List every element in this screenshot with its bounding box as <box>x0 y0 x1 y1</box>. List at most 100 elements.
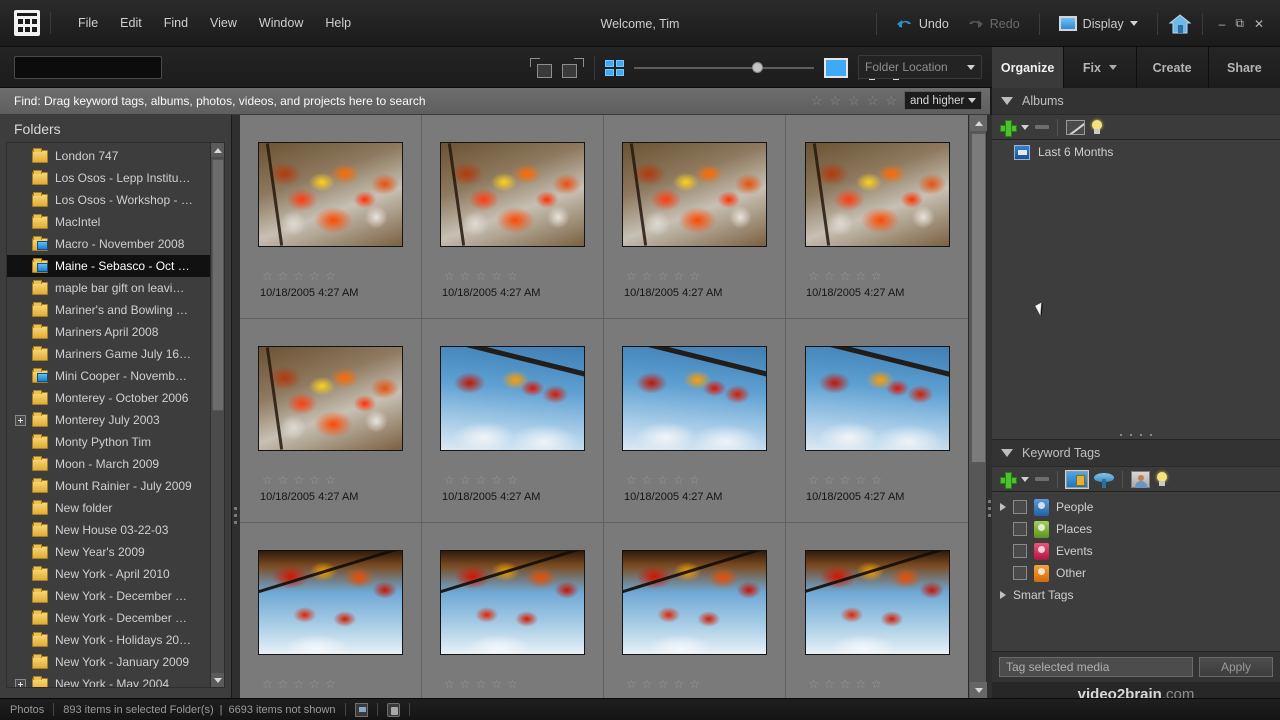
photo-cell[interactable]: ☆☆☆☆☆10/18/2005 4:27 AM <box>240 115 422 319</box>
chevron-down-icon[interactable] <box>1109 65 1117 70</box>
folder-tree-item[interactable]: Monty Python Tim <box>7 431 210 453</box>
rating-star[interactable]: ☆ <box>278 678 289 690</box>
folder-tree-item[interactable]: New York - Holidays 20… <box>7 629 210 651</box>
tab-share[interactable]: Share <box>1209 47 1280 88</box>
people-view-icon[interactable] <box>1131 471 1150 488</box>
menu-item-view[interactable]: View <box>199 12 248 34</box>
photo-thumbnail[interactable] <box>805 346 950 451</box>
tag-checkbox[interactable] <box>1013 544 1027 558</box>
folder-tree-item[interactable]: New York - December … <box>7 585 210 607</box>
photo-thumbnail[interactable] <box>258 346 403 451</box>
menu-item-window[interactable]: Window <box>248 12 314 34</box>
rating-star[interactable]: ☆ <box>689 270 700 282</box>
scroll-down-icon[interactable] <box>211 673 225 687</box>
large-thumbnail-icon[interactable] <box>824 58 848 78</box>
rating-star[interactable]: ☆ <box>808 474 819 486</box>
photo-thumbnail[interactable] <box>622 142 767 247</box>
rating-star[interactable]: ☆ <box>658 474 669 486</box>
redo-button[interactable]: Redo <box>958 12 1029 35</box>
minimize-button[interactable]: – <box>1219 17 1226 31</box>
display-options-icon[interactable] <box>355 703 368 717</box>
rotate-right-icon[interactable] <box>562 58 584 78</box>
scrollbar-thumb[interactable] <box>212 159 224 411</box>
folder-tree-item[interactable]: Mariners April 2008 <box>7 321 210 343</box>
slider-knob[interactable] <box>752 62 763 73</box>
rating-star[interactable]: ☆ <box>642 474 653 486</box>
folder-tree-item[interactable]: maple bar gift on leavi… <box>7 277 210 299</box>
rating-star[interactable]: ☆ <box>855 474 866 486</box>
menu-item-file[interactable]: File <box>67 12 109 34</box>
collapse-triangle-icon[interactable] <box>1001 449 1013 457</box>
rating-star[interactable]: ☆ <box>871 474 882 486</box>
photo-rating-stars[interactable]: ☆☆☆☆☆ <box>262 678 336 690</box>
tag-checkbox[interactable] <box>1013 500 1027 514</box>
photo-rating-stars[interactable]: ☆☆☆☆☆ <box>262 270 336 282</box>
photo-grid-scrollbar[interactable] <box>968 115 987 698</box>
keyword-tags-section-header[interactable]: Keyword Tags <box>992 440 1280 466</box>
rating-star[interactable]: ☆ <box>491 270 502 282</box>
tag-checkbox[interactable] <box>1013 566 1027 580</box>
photo-cell[interactable]: ☆☆☆☆☆10/18/2005 4:27 AM <box>786 319 968 523</box>
keyword-tag-people[interactable]: People <box>992 496 1280 518</box>
folder-tree-item[interactable]: New Year's 2009 <box>7 541 210 563</box>
rating-star[interactable]: ☆ <box>491 678 502 690</box>
photo-cell[interactable]: ☆☆☆☆☆ <box>240 523 422 698</box>
rating-star[interactable]: ☆ <box>824 678 835 690</box>
photo-rating-stars[interactable]: ☆☆☆☆☆ <box>808 678 882 690</box>
rating-star[interactable]: ☆ <box>673 678 684 690</box>
photo-thumbnail[interactable] <box>440 142 585 247</box>
photo-rating-stars[interactable]: ☆☆☆☆☆ <box>444 474 518 486</box>
home-icon[interactable] <box>1168 13 1192 35</box>
rating-star[interactable]: ☆ <box>476 270 487 282</box>
photo-rating-stars[interactable]: ☆☆☆☆☆ <box>626 270 700 282</box>
rating-star[interactable]: ☆ <box>444 270 455 282</box>
tag-view-icon[interactable] <box>1066 471 1088 488</box>
folder-tree-item[interactable]: Mini Cooper - Novemb… <box>7 365 210 387</box>
add-tag-dropdown-icon[interactable] <box>1021 477 1029 482</box>
close-button[interactable]: ✕ <box>1254 17 1264 31</box>
rating-star[interactable]: ☆ <box>855 270 866 282</box>
folder-tree-item[interactable]: Monterey - October 2006 <box>7 387 210 409</box>
photo-rating-stars[interactable]: ☆☆☆☆☆ <box>808 270 882 282</box>
edit-album-icon[interactable] <box>1066 120 1085 135</box>
photo-rating-stars[interactable]: ☆☆☆☆☆ <box>626 678 700 690</box>
rating-star[interactable]: ☆ <box>808 270 819 282</box>
folder-tree-item[interactable]: New folder <box>7 497 210 519</box>
rating-star[interactable]: ☆ <box>840 474 851 486</box>
rating-star[interactable]: ☆ <box>871 270 882 282</box>
photo-thumbnail[interactable] <box>622 550 767 655</box>
photo-thumbnail[interactable] <box>805 142 950 247</box>
rating-star[interactable]: ☆ <box>626 270 637 282</box>
rating-star[interactable]: ☆ <box>294 678 305 690</box>
rating-star[interactable]: ☆ <box>262 678 273 690</box>
search-input[interactable] <box>14 56 162 79</box>
remove-album-icon[interactable] <box>1035 125 1049 129</box>
rating-star[interactable]: ☆ <box>626 474 637 486</box>
photo-cell[interactable]: ☆☆☆☆☆ <box>422 523 604 698</box>
folder-location-dropdown[interactable]: Folder Location <box>858 55 982 79</box>
photo-thumbnail[interactable] <box>805 550 950 655</box>
rating-star[interactable]: ☆ <box>325 270 336 282</box>
rating-star[interactable]: ☆ <box>460 474 471 486</box>
rating-star[interactable]: ☆ <box>491 474 502 486</box>
photo-cell[interactable]: ☆☆☆☆☆10/18/2005 4:27 AM <box>786 115 968 319</box>
folder-tree-item[interactable]: New York - April 2010 <box>7 563 210 585</box>
expand-plus-icon[interactable] <box>15 415 26 426</box>
rating-star-4[interactable]: ☆ <box>867 93 879 109</box>
tag-checkbox[interactable] <box>1013 522 1027 536</box>
rating-star-2[interactable]: ☆ <box>829 93 841 109</box>
photo-thumbnail[interactable] <box>258 142 403 247</box>
albums-section-header[interactable]: Albums <box>992 88 1280 114</box>
expand-plus-icon[interactable] <box>15 679 26 689</box>
sync-icon[interactable] <box>387 703 400 717</box>
smart-tags-row[interactable]: Smart Tags <box>992 584 1280 606</box>
panel-resize-grip[interactable] <box>1120 434 1152 436</box>
rating-star[interactable]: ☆ <box>309 678 320 690</box>
menu-item-find[interactable]: Find <box>153 12 199 34</box>
photo-rating-stars[interactable]: ☆☆☆☆☆ <box>444 678 518 690</box>
expand-arrow-icon[interactable] <box>1000 503 1006 511</box>
folder-tree-item[interactable]: London 747 <box>7 145 210 167</box>
apply-button[interactable]: Apply <box>1199 657 1273 677</box>
keyword-tag-places[interactable]: Places <box>992 518 1280 540</box>
rating-star[interactable]: ☆ <box>309 270 320 282</box>
